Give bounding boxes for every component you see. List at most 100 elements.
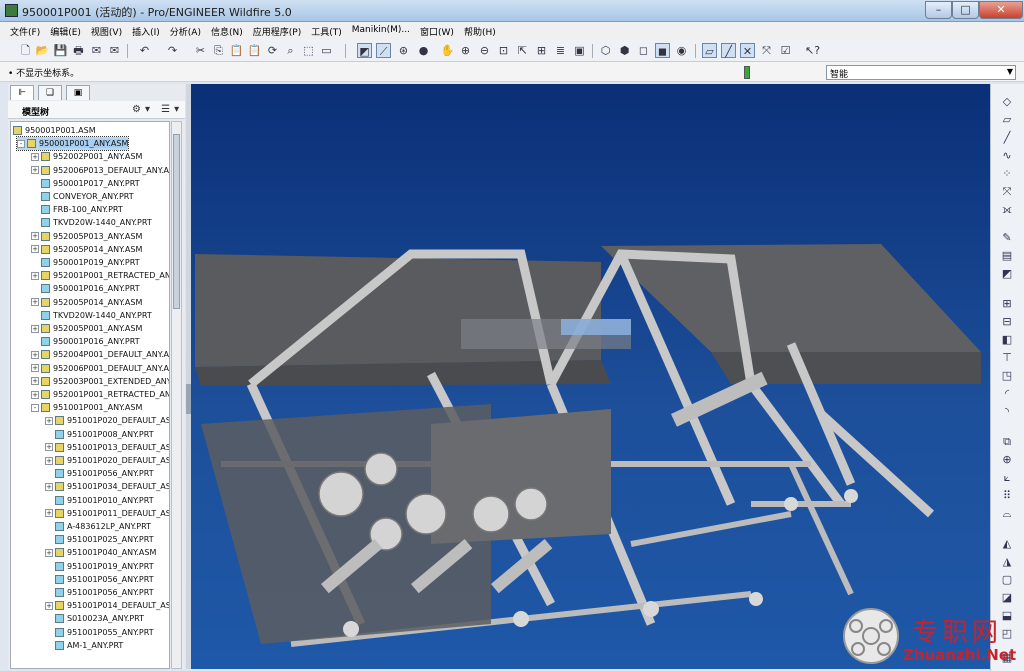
point-display-icon[interactable]: ✕ xyxy=(740,43,755,58)
menu-view[interactable]: 视图(V) xyxy=(87,22,128,40)
tree-item[interactable]: +952005P013_ANY.ASM xyxy=(31,230,142,243)
cut-icon[interactable]: ✂ xyxy=(193,43,208,58)
trim-icon[interactable]: ⟀ xyxy=(998,470,1016,485)
zoom-in-icon[interactable]: ⊕ xyxy=(458,43,473,58)
tree-item[interactable]: AM-1_ANY.PRT xyxy=(45,639,123,652)
menu-insert[interactable]: 插入(I) xyxy=(128,22,166,40)
model-tree-tab-icon[interactable]: ⊩ xyxy=(10,85,34,100)
note-icon[interactable]: ▤ xyxy=(998,248,1016,263)
tree-item[interactable]: +952002P001_ANY.ASM xyxy=(31,150,142,163)
context-help-icon[interactable]: ↖? xyxy=(805,43,820,58)
tree-expander-icon[interactable]: + xyxy=(45,443,53,452)
tree-item[interactable]: +951001P014_DEFAULT_AS xyxy=(45,599,169,612)
tree-expander-icon[interactable]: + xyxy=(31,390,39,399)
csys-icon[interactable]: ⤧ xyxy=(998,184,1016,199)
print-icon[interactable]: 🖶 xyxy=(71,43,86,58)
mirror-icon[interactable]: ⧉ xyxy=(998,434,1016,449)
thicken-icon[interactable]: ◮ xyxy=(998,554,1016,569)
tree-expander-icon[interactable]: + xyxy=(31,377,39,386)
pattern-icon[interactable]: ⠿ xyxy=(998,488,1016,503)
tree-expander-icon[interactable]: + xyxy=(31,232,39,241)
chamfer-icon[interactable]: ◝ xyxy=(998,404,1016,419)
tree-item[interactable]: +951001P013_DEFAULT_AS xyxy=(45,441,169,454)
tree-item[interactable]: 950001P019_ANY.PRT xyxy=(31,256,140,269)
enhanced-realism-icon[interactable]: ◉ xyxy=(674,43,689,58)
tree-item[interactable]: 951001P055_ANY.PRT xyxy=(45,626,154,639)
sketch-icon[interactable]: ✎ xyxy=(998,230,1016,245)
menu-edit[interactable]: 编辑(E) xyxy=(46,22,87,40)
tree-item[interactable]: 950001P016_ANY.PRT xyxy=(31,282,140,295)
email-icon[interactable]: ✉ xyxy=(89,43,104,58)
tree-item[interactable]: 950001P001.ASM xyxy=(13,124,96,137)
tree-item[interactable]: +951001P020_DEFAULT_AS xyxy=(45,414,169,427)
layer-tree-tab-icon[interactable]: ❏ xyxy=(38,85,62,100)
tree-item[interactable]: +952003P001_EXTENDED_ANY. xyxy=(31,375,169,388)
tree-item[interactable]: 951001P056_ANY.PRT xyxy=(45,573,154,586)
tree-expander-icon[interactable]: + xyxy=(45,456,53,465)
regenerate-icon[interactable]: ⟳ xyxy=(265,43,280,58)
menu-help[interactable]: 帮助(H) xyxy=(460,22,502,40)
copy-icon[interactable]: ⎘ xyxy=(211,43,226,58)
open-folder-icon[interactable]: 📂 xyxy=(35,43,50,58)
tree-item[interactable]: +952006P013_DEFAULT_ANY.AS xyxy=(31,164,169,177)
no-hidden-icon[interactable]: ◻ xyxy=(636,43,651,58)
tree-expander-icon[interactable]: - xyxy=(31,403,39,412)
tree-item[interactable]: +951001P034_DEFAULT_AS xyxy=(45,480,169,493)
datum-point-icon[interactable]: ⁘ xyxy=(998,166,1016,181)
tree-item[interactable]: 951001P025_ANY.PRT xyxy=(45,533,154,546)
tree-item[interactable]: +951001P011_DEFAULT_AS xyxy=(45,507,169,520)
graphics-viewport[interactable] xyxy=(191,84,990,669)
merge-icon[interactable]: ⊕ xyxy=(998,452,1016,467)
tree-item[interactable]: TKVD20W-1440_ANY.PRT xyxy=(31,216,152,229)
tree-item[interactable]: A-483612LP_ANY.PRT xyxy=(45,520,151,533)
intersect-icon[interactable]: ◪ xyxy=(998,590,1016,605)
tree-item[interactable]: TKVD20W-1440_ANY.PRT xyxy=(31,309,152,322)
paste-special-icon[interactable]: 📋 xyxy=(247,43,262,58)
folder-browser-tab-icon[interactable]: ▣ xyxy=(66,85,90,100)
view-icon[interactable]: ◩ xyxy=(998,266,1016,281)
tree-expander-icon[interactable]: + xyxy=(45,416,53,425)
close-button[interactable]: ✕ xyxy=(979,1,1023,19)
save-icon[interactable]: 💾 xyxy=(53,43,68,58)
tree-item[interactable]: 951001P056_ANY.PRT xyxy=(45,467,154,480)
offset-icon[interactable]: ◭ xyxy=(998,536,1016,551)
tree-item[interactable]: +952001P001_RETRACTED_ANY xyxy=(31,269,169,282)
csys-display-icon[interactable]: ⤧ xyxy=(759,43,774,58)
menu-tools[interactable]: 工具(T) xyxy=(307,22,348,40)
create-component-icon[interactable]: ⊟ xyxy=(998,314,1016,329)
pan-hand-icon[interactable]: ✋ xyxy=(440,43,455,58)
tree-scrollbar[interactable] xyxy=(171,121,182,669)
tree-item[interactable]: +952006P001_DEFAULT_ANY.AS xyxy=(31,362,169,375)
tree-expander-icon[interactable]: + xyxy=(31,364,39,373)
tree-expander-icon[interactable]: + xyxy=(31,350,39,359)
undo-icon[interactable]: ↶ xyxy=(137,43,152,58)
tree-item[interactable]: 951001P008_ANY.PRT xyxy=(45,428,154,441)
email-attach-icon[interactable]: ✉ xyxy=(107,43,122,58)
tree-item[interactable]: - 950001P001_ANY.ASM xyxy=(15,136,130,152)
menu-manikin[interactable]: Manikin(M)... xyxy=(348,22,416,40)
tree-item[interactable]: 951001P019_ANY.PRT xyxy=(45,560,154,573)
tree-expander-icon[interactable]: + xyxy=(31,166,39,175)
tree-item[interactable]: +952001P001_RETRACTED_ANY xyxy=(31,388,169,401)
datum-plane-tool-icon[interactable]: ▱ xyxy=(998,112,1016,127)
find-icon[interactable]: ⌕ xyxy=(283,43,298,58)
shaded-icon[interactable]: ◼ xyxy=(655,43,670,58)
tree-item[interactable]: 951001P056_ANY.PRT xyxy=(45,586,154,599)
select-box-icon[interactable]: ⬚ xyxy=(301,43,316,58)
datum-curve-icon[interactable]: ∿ xyxy=(998,148,1016,163)
maximize-button[interactable]: □ xyxy=(952,1,979,19)
datum-planes-icon[interactable]: ◩ xyxy=(357,43,372,58)
scrollbar-thumb[interactable] xyxy=(173,134,180,309)
tree-item[interactable]: S010023A_ANY.PRT xyxy=(45,612,144,625)
extend-icon[interactable]: ⌓ xyxy=(998,506,1016,521)
tree-expander-icon[interactable]: + xyxy=(31,298,39,307)
menu-file[interactable]: 文件(F) xyxy=(6,22,46,40)
tree-item[interactable]: +952005P014_ANY.ASM xyxy=(31,296,142,309)
datum-axes-icon[interactable]: ⟋ xyxy=(376,43,391,58)
tree-expander-icon[interactable]: + xyxy=(45,482,53,491)
tree-expander-icon[interactable]: + xyxy=(45,601,53,610)
package-icon[interactable]: ◧ xyxy=(998,332,1016,347)
tree-item[interactable]: 950001P017_ANY.PRT xyxy=(31,177,140,190)
menu-applications[interactable]: 应用程序(P) xyxy=(249,22,307,40)
analysis-icon[interactable]: ⟗ xyxy=(998,202,1016,217)
